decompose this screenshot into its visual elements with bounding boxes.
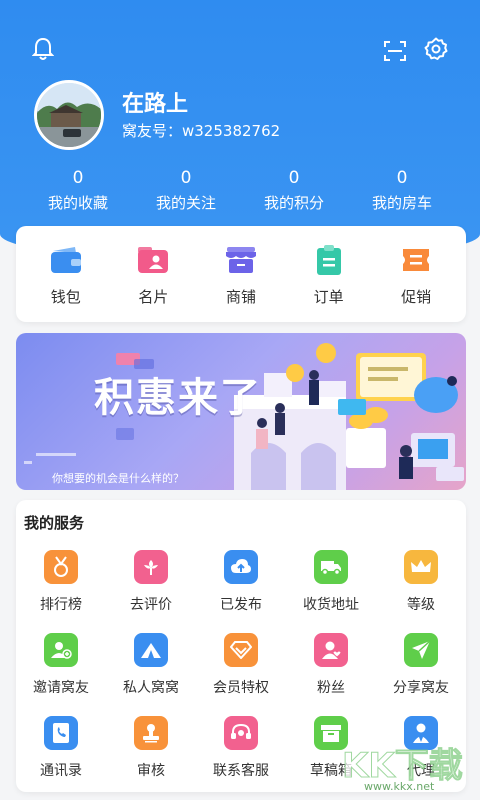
quick-order[interactable]: 订单	[289, 242, 369, 307]
service-level[interactable]: 等级	[376, 550, 466, 614]
stat-label: 我的积分	[263, 194, 324, 212]
wallet-icon	[48, 242, 84, 278]
quick-label: 订单	[313, 287, 344, 306]
quick-shop[interactable]: 商铺	[201, 242, 281, 307]
service-label: 审核	[137, 763, 165, 779]
service-audit[interactable]: 审核	[106, 716, 196, 780]
service-address[interactable]: 收货地址	[286, 550, 376, 614]
stat-label: 我的关注	[155, 194, 216, 212]
banner-subtitle: 你想要的机会是什么样的？	[52, 472, 184, 485]
service-fans[interactable]: 粉丝	[286, 633, 376, 697]
diamond-icon	[224, 633, 258, 667]
headset-icon	[224, 716, 258, 750]
promo-icon	[398, 242, 434, 278]
add-user-icon	[44, 633, 78, 667]
service-label: 已发布	[220, 597, 262, 613]
service-label: 邀请窝友	[33, 680, 89, 696]
stat-value: 0	[396, 168, 408, 188]
quick-card[interactable]: 名片	[113, 242, 193, 307]
service-review[interactable]: 去评价	[106, 550, 196, 614]
truck-icon	[314, 550, 348, 584]
stats-row: 0 我的收藏 0 我的关注 0 我的积分 0 我的房车	[24, 168, 456, 213]
stat-favorites[interactable]: 0 我的收藏	[24, 168, 132, 213]
quick-actions-card: 钱包 名片 商铺 订单 促销	[16, 226, 466, 322]
user-id: 窝友号：w325382762	[122, 122, 281, 140]
order-icon	[311, 242, 347, 278]
service-published[interactable]: 已发布	[196, 550, 286, 614]
service-label: 联系客服	[213, 763, 269, 779]
flower-icon	[134, 550, 168, 584]
stat-label: 我的收藏	[47, 194, 108, 212]
stat-rv[interactable]: 0 我的房车	[348, 168, 456, 213]
service-support[interactable]: 联系客服	[196, 716, 286, 780]
service-share[interactable]: 分享窝友	[376, 633, 466, 697]
service-label: 去评价	[130, 597, 172, 613]
watermark-url: www.kkx.net	[364, 780, 435, 793]
service-label: 等级	[407, 597, 435, 613]
service-label: 分享窝友	[393, 680, 449, 696]
gear-icon[interactable]	[423, 36, 449, 62]
stat-points[interactable]: 0 我的积分	[240, 168, 348, 213]
quick-label: 钱包	[50, 287, 81, 306]
watermark: KK下载 www.kkx.net	[338, 730, 478, 796]
stat-value: 0	[72, 168, 84, 188]
service-label: 收货地址	[303, 597, 359, 613]
quick-label: 名片	[138, 287, 169, 306]
service-label: 排行榜	[40, 597, 82, 613]
quick-wallet[interactable]: 钱包	[26, 242, 106, 307]
medal-icon	[44, 550, 78, 584]
contacts-icon	[44, 716, 78, 750]
stamp-icon	[134, 716, 168, 750]
top-bar	[0, 36, 480, 66]
promo-banner[interactable]: 积惠来了 你想要的机会是什么样的？	[16, 333, 466, 490]
scan-icon[interactable]	[382, 38, 408, 64]
service-contacts[interactable]: 通讯录	[16, 716, 106, 780]
banner-title: 积惠来了	[94, 374, 262, 421]
send-icon	[404, 633, 438, 667]
service-vip[interactable]: 会员特权	[196, 633, 286, 697]
section-title: 我的服务	[24, 514, 85, 532]
stat-value: 0	[180, 168, 192, 188]
service-label: 会员特权	[213, 680, 269, 696]
stat-following[interactable]: 0 我的关注	[132, 168, 240, 213]
shop-icon	[223, 242, 259, 278]
card-icon	[135, 242, 171, 278]
fan-user-icon	[314, 633, 348, 667]
service-ranking[interactable]: 排行榜	[16, 550, 106, 614]
bell-icon[interactable]	[30, 36, 56, 62]
stat-label: 我的房车	[371, 194, 432, 212]
service-label: 粉丝	[317, 680, 345, 696]
stat-value: 0	[288, 168, 300, 188]
cloud-upload-icon	[224, 550, 258, 584]
profile-section: 在路上 窝友号：w325382762	[34, 80, 454, 156]
username: 在路上	[122, 92, 189, 117]
tent-icon	[134, 633, 168, 667]
quick-label: 促销	[401, 287, 432, 306]
service-label: 私人窝窝	[123, 680, 179, 696]
service-label: 通讯录	[40, 763, 82, 779]
quick-promo[interactable]: 促销	[376, 242, 456, 307]
avatar[interactable]	[34, 80, 104, 150]
crown-icon	[404, 550, 438, 584]
quick-label: 商铺	[225, 287, 256, 306]
service-private[interactable]: 私人窝窝	[106, 633, 196, 697]
service-invite[interactable]: 邀请窝友	[16, 633, 106, 697]
